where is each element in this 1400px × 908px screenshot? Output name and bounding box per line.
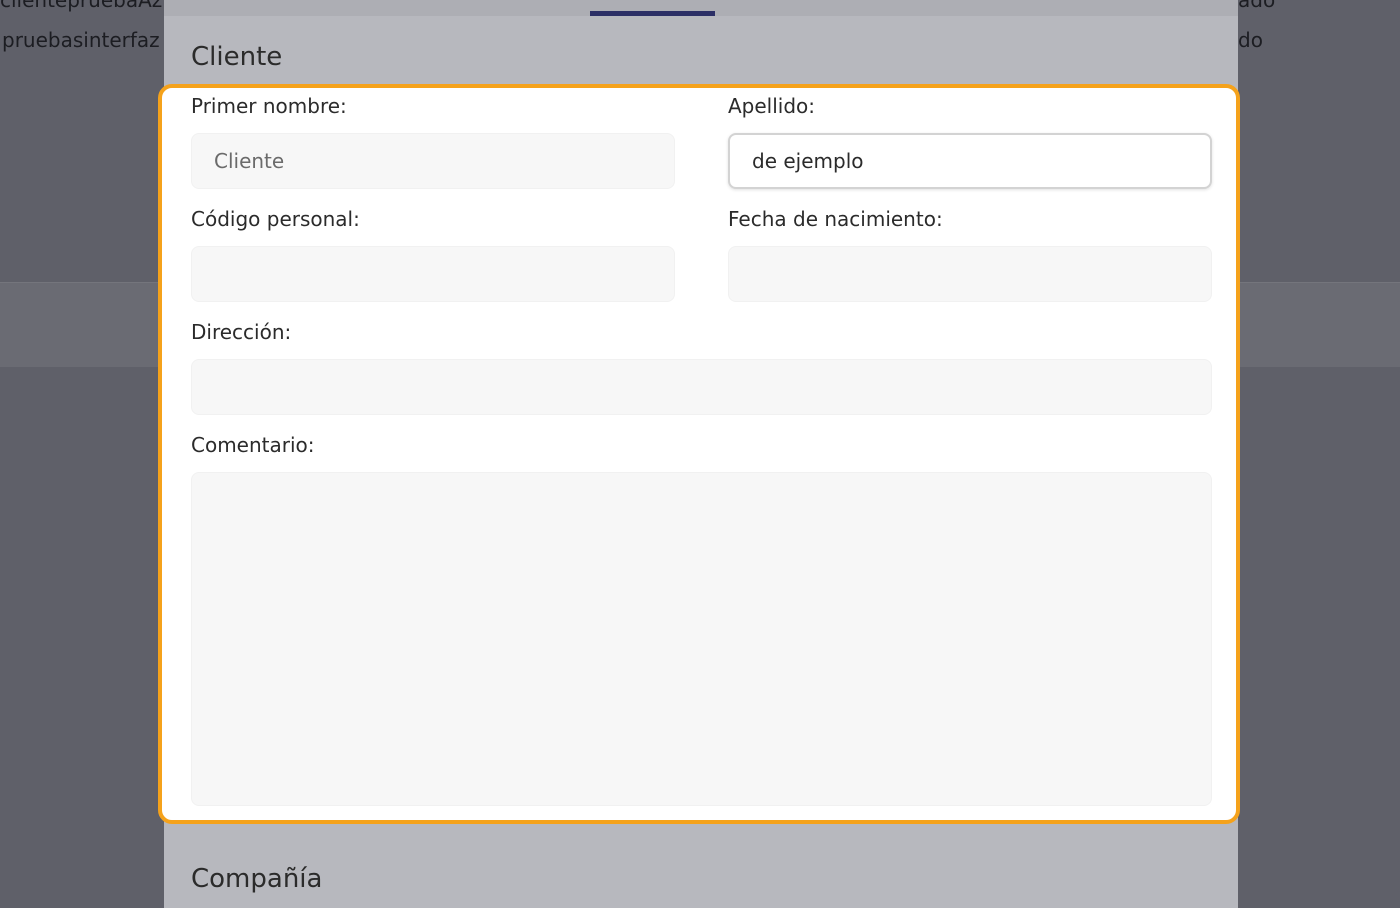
address-label: Dirección: (191, 320, 292, 344)
background-cell-text: do (1238, 28, 1263, 52)
personal-code-input[interactable] (191, 246, 675, 302)
active-tab-indicator (590, 11, 715, 16)
background-cell-text: ado (1238, 0, 1276, 12)
comment-textarea[interactable] (191, 472, 1212, 806)
background-cell-text: clientepruebaAz (0, 0, 163, 12)
birth-date-label: Fecha de nacimiento: (728, 207, 943, 231)
last-name-input[interactable] (728, 133, 1212, 189)
personal-code-label: Código personal: (191, 207, 360, 231)
last-name-label: Apellido: (728, 94, 816, 118)
first-name-label: Primer nombre: (191, 94, 347, 118)
address-input[interactable] (191, 359, 1212, 415)
tab-bar (164, 0, 1238, 16)
section-title-cliente: Cliente (191, 42, 283, 72)
comment-label: Comentario: (191, 433, 315, 457)
section-title-compania: Compañía (191, 864, 323, 894)
birth-date-input[interactable] (728, 246, 1212, 302)
background-cell-text: pruebasinterfaz (2, 28, 160, 52)
client-form-card: Primer nombre: Apellido: Código personal… (158, 84, 1240, 824)
first-name-input[interactable] (191, 133, 675, 189)
